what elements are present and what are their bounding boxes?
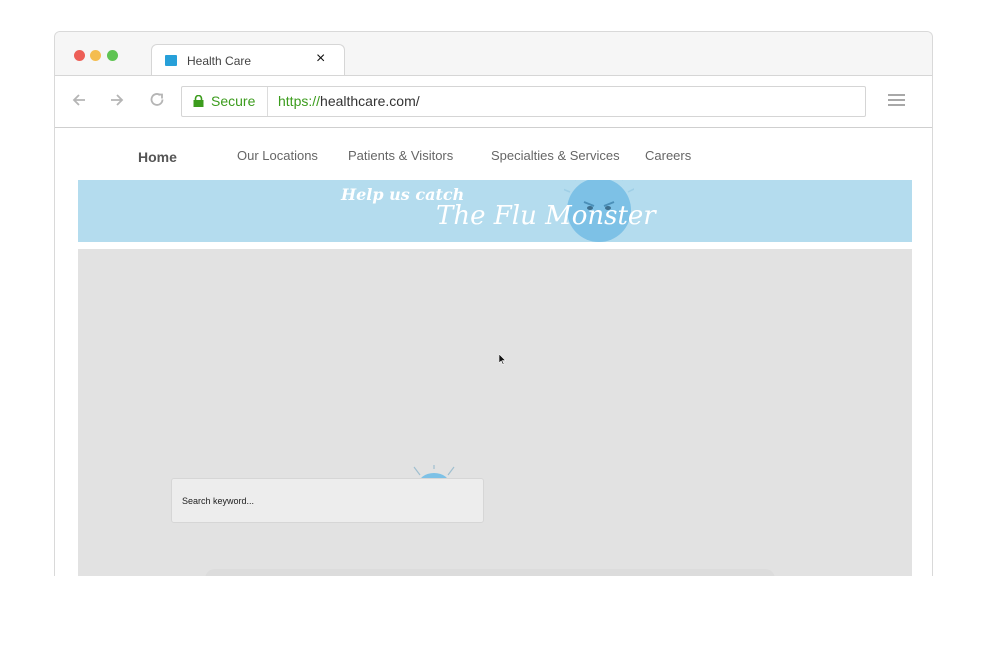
favicon-icon [165,55,177,66]
tab-close-icon[interactable]: × [316,50,325,68]
lock-icon [193,95,204,107]
hamburger-menu-icon[interactable] [888,94,905,107]
page-viewport: Home Our Locations Patients & Visitors S… [55,128,932,576]
address-bar[interactable]: Secure https://healthcare.com/ [181,86,866,117]
maximize-window-button[interactable] [107,50,118,61]
browser-toolbar: Secure https://healthcare.com/ [55,75,932,128]
browser-tab[interactable]: Health Care × [151,44,345,76]
nav-careers-link[interactable]: Careers [645,148,691,163]
nav-specialties-link[interactable]: Specialties & Services [491,148,620,163]
back-button[interactable] [69,90,89,110]
url-host: healthcare.com/ [320,93,420,109]
forward-button[interactable] [107,90,127,110]
reload-button[interactable] [147,90,167,110]
minimize-window-button[interactable] [90,50,101,61]
flu-monster-banner[interactable]: Help us catch The Flu Monster [78,180,912,242]
close-window-button[interactable] [74,50,85,61]
banner-headline: The Flu Monster [436,201,656,231]
content-card-edge [205,569,775,576]
nav-locations-link[interactable]: Our Locations [237,148,318,163]
mouse-cursor-icon [499,354,506,365]
search-box [171,478,484,523]
tab-title: Health Care [187,54,252,68]
search-input[interactable] [182,493,472,509]
nav-patients-link[interactable]: Patients & Visitors [348,148,453,163]
title-bar: Health Care × [55,32,932,76]
browser-window: Health Care × Secure https://healthcare.… [54,31,933,576]
nav-home-link[interactable]: Home [138,149,177,165]
secure-indicator[interactable]: Secure [182,87,268,116]
secure-label: Secure [211,93,256,109]
arrow-left-icon [72,94,85,106]
main-content-area [78,249,912,576]
url-scheme: https:// [278,93,321,109]
reload-icon [150,93,164,106]
url-text[interactable]: https://healthcare.com/ [278,93,420,109]
arrow-right-icon [111,94,124,106]
